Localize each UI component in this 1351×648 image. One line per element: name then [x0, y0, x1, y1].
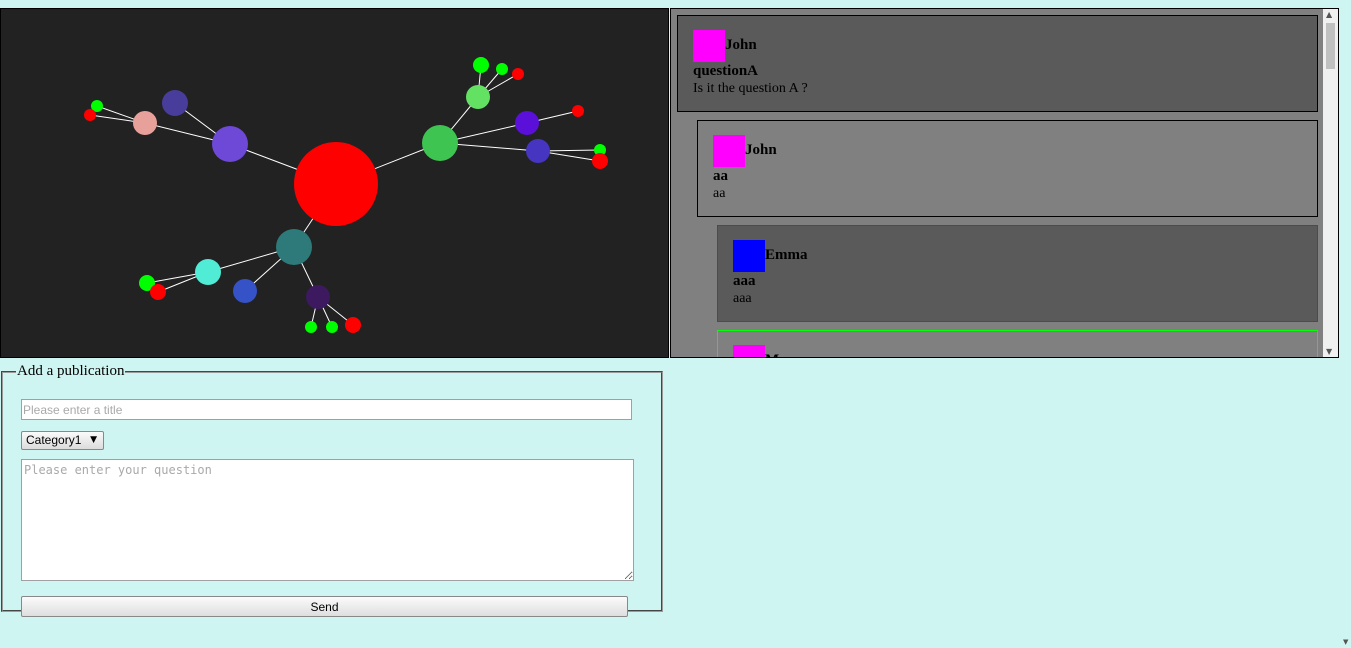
- post-author: John: [725, 37, 757, 53]
- post-author: M: [765, 345, 779, 357]
- scroll-down-arrow-icon[interactable]: ▼: [1326, 347, 1332, 356]
- graph-node-light-green[interactable]: [466, 85, 490, 109]
- post-title: aa: [713, 168, 728, 184]
- graph-leaf-agree[interactable]: [473, 57, 489, 73]
- post-card[interactable]: M: [717, 330, 1318, 357]
- graph-node-indigo-2[interactable]: [526, 139, 550, 163]
- argument-graph-canvas[interactable]: [0, 8, 669, 358]
- graph-node-blue[interactable]: [233, 279, 257, 303]
- graph-leaf-disagree[interactable]: [150, 284, 166, 300]
- graph-node-green-hub[interactable]: [422, 125, 458, 161]
- title-input[interactable]: [21, 399, 632, 420]
- graph-node-purple-hub[interactable]: [212, 126, 248, 162]
- post-body: aaa: [733, 291, 752, 306]
- question-textarea[interactable]: [21, 459, 634, 581]
- post-title: aaa: [733, 273, 756, 289]
- page-scroll-down-icon[interactable]: ▼: [1343, 638, 1348, 646]
- add-publication-form: Add a publication Category1 ▼ Send: [1, 363, 663, 617]
- post-title: questionA: [693, 63, 759, 79]
- graph-node-dark-purple[interactable]: [306, 285, 330, 309]
- graph-node-aqua[interactable]: [195, 259, 221, 285]
- chevron-down-icon: ▼: [90, 435, 97, 445]
- category-select-value: Category1: [26, 433, 82, 447]
- graph-node-root[interactable]: [294, 142, 378, 226]
- post-author: Emma: [765, 247, 808, 263]
- post-header: M: [733, 345, 1302, 357]
- graph-leaf-agree[interactable]: [326, 321, 338, 333]
- graph-leaf-disagree[interactable]: [592, 153, 608, 169]
- graph-node-indigo-1[interactable]: [162, 90, 188, 116]
- post-body: Is it the question A ?: [693, 81, 808, 96]
- avatar: [693, 30, 725, 62]
- thread-scrollbar[interactable]: ▲ ▼: [1323, 9, 1338, 357]
- scroll-up-arrow-icon[interactable]: ▲: [1326, 10, 1332, 19]
- post-card[interactable]: Emma aaa aaa: [717, 225, 1318, 322]
- post-header: John: [693, 30, 1302, 62]
- form-legend: Add a publication: [17, 363, 125, 379]
- graph-node-pink[interactable]: [133, 111, 157, 135]
- page-scrollbar[interactable]: ▼: [1343, 0, 1351, 648]
- scrollbar-thumb[interactable]: [1326, 23, 1335, 69]
- graph-leaf-disagree[interactable]: [84, 109, 96, 121]
- avatar: [713, 135, 745, 167]
- avatar: [733, 345, 765, 357]
- argument-graph[interactable]: [1, 9, 668, 357]
- post-body: aa: [713, 186, 726, 201]
- graph-leaf-agree[interactable]: [305, 321, 317, 333]
- graph-leaf-agree[interactable]: [496, 63, 508, 75]
- graph-leaf-disagree[interactable]: [512, 68, 524, 80]
- graph-node-violet[interactable]: [515, 111, 539, 135]
- category-select[interactable]: Category1 ▼: [21, 431, 104, 450]
- graph-leaf-disagree[interactable]: [345, 317, 361, 333]
- post-card[interactable]: John aa aa: [697, 120, 1318, 217]
- graph-node-teal-hub[interactable]: [276, 229, 312, 265]
- post-header: John: [713, 135, 1302, 167]
- graph-leaf-disagree[interactable]: [572, 105, 584, 117]
- avatar: [733, 240, 765, 272]
- post-header: Emma: [733, 240, 1302, 272]
- thread-panel[interactable]: John questionA Is it the question A ? John a…: [670, 8, 1339, 358]
- post-card[interactable]: John questionA Is it the question A ?: [677, 15, 1318, 112]
- send-button[interactable]: Send: [21, 596, 628, 617]
- post-author: John: [745, 142, 777, 158]
